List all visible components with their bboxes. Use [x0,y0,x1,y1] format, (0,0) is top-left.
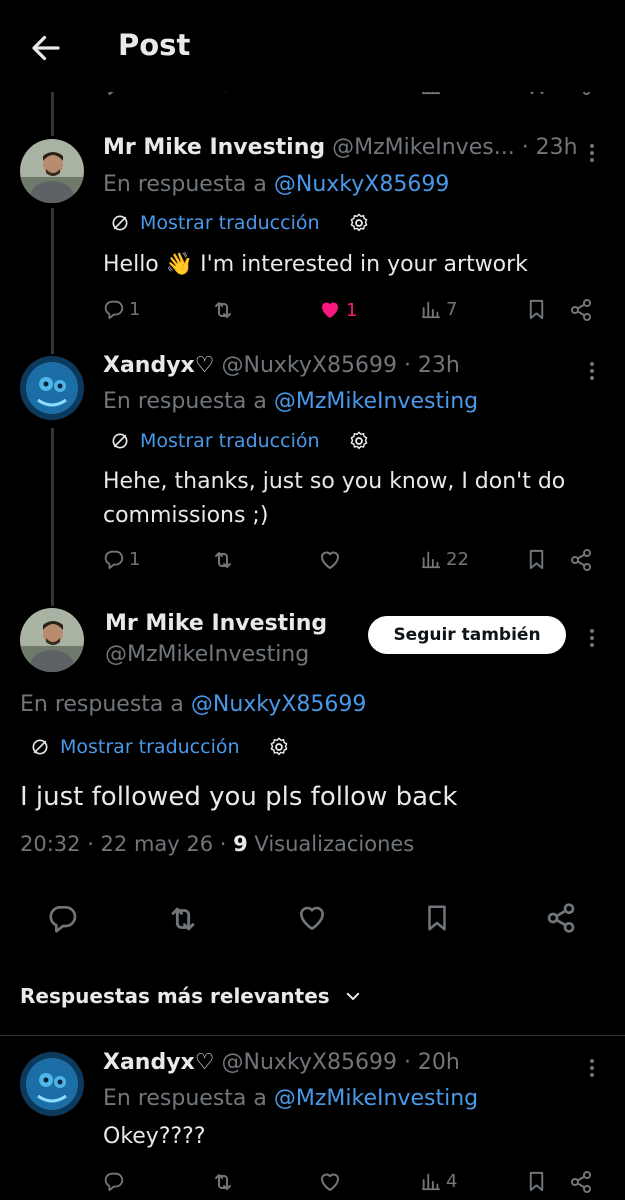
translate-icon [30,737,50,757]
translate-icon [110,431,130,451]
more-options-icon[interactable] [589,626,595,650]
heart-filled-icon [318,298,342,322]
bookmark-icon[interactable] [525,298,548,321]
chevron-down-icon [346,992,359,1000]
user-handle[interactable]: @NuxkyX85699 [221,353,396,378]
more-options-icon[interactable] [589,141,595,165]
views-action[interactable]: 22 [420,548,469,570]
repost-action[interactable] [211,548,235,572]
like-action[interactable]: 1 [318,298,357,322]
follow-button[interactable]: Seguir también [368,616,566,654]
timestamp[interactable]: · 23h [522,135,578,160]
mention-link[interactable]: @MzMikeInvesting [274,389,478,414]
views-count: 9 [233,832,248,856]
post-timestamp[interactable]: 20:32 · 22 may 26 · [20,832,233,856]
user-handle[interactable]: @MzMikeInves... [332,135,515,160]
mention-link[interactable]: @NuxkyX85699 [191,692,366,717]
reply-context: En respuesta a @MzMikeInvesting [103,1086,479,1111]
reply-icon [103,1170,125,1192]
bookmark-icon[interactable] [422,902,452,934]
heart-icon [318,548,342,572]
timestamp[interactable]: · 23h [404,353,460,378]
reply-context: En respuesta a @NuxkyX85699 [103,172,450,197]
reply-icon [103,548,125,570]
post-meta: 20:32 · 22 may 26 · 9 Visualizaciones [20,832,414,856]
page-title: Post [118,28,191,62]
tweet-text: Okey???? [103,1124,206,1149]
gear-icon[interactable] [268,736,290,758]
post-text: I just followed you pls follow back [20,782,458,812]
avatar[interactable] [20,608,84,672]
repost-icon [211,298,235,322]
views-icon [420,1170,442,1192]
gear-icon[interactable] [348,212,370,234]
like-action[interactable] [318,1170,342,1194]
repost-icon [211,548,235,572]
thread-line [51,208,54,354]
share-icon[interactable] [569,548,593,572]
timestamp[interactable]: · 20h [404,1050,460,1075]
share-icon[interactable] [569,1170,593,1194]
views-icon [420,548,442,570]
divider [0,1035,625,1036]
reply-context: En respuesta a @MzMikeInvesting [103,389,479,414]
reply-icon [103,298,125,320]
display-name[interactable]: Xandyx♡ [103,1050,214,1075]
repost-icon[interactable] [166,902,200,936]
avatar[interactable] [20,1052,84,1116]
thread-line [51,92,54,136]
display-name[interactable]: Mr Mike Investing [105,611,327,636]
reply-icon[interactable] [47,902,79,934]
more-options-icon[interactable] [589,359,595,383]
mention-link[interactable]: @NuxkyX85699 [274,172,449,197]
repost-action[interactable] [211,1170,235,1194]
views-action[interactable]: 4 [420,1170,457,1192]
reply-action[interactable] [103,1170,125,1192]
heart-icon[interactable] [296,902,328,934]
heart-icon [318,1170,342,1194]
thread-line [51,428,54,606]
translate-link[interactable]: Mostrar traducción [110,430,370,452]
user-handle[interactable]: @MzMikeInvesting [105,642,309,667]
wave-emoji: 👋 [165,252,194,277]
translate-link[interactable]: Mostrar traducción [110,212,370,234]
gear-icon[interactable] [348,430,370,452]
bookmark-icon[interactable] [525,1170,548,1193]
translate-icon [110,213,130,233]
user-handle[interactable]: @NuxkyX85699 [221,1050,396,1075]
views-action[interactable]: 7 [420,298,457,320]
display-name[interactable]: Mr Mike Investing [103,135,325,160]
bookmark-icon[interactable] [525,548,548,571]
share-icon[interactable] [569,298,593,322]
sort-dropdown[interactable]: Respuestas más relevantes [20,984,362,1008]
display-name[interactable]: Xandyx♡ [103,353,214,378]
reply-action[interactable]: 1 [103,548,140,570]
reply-context: En respuesta a @NuxkyX85699 [20,692,367,717]
reply-action[interactable]: 1 [103,298,140,320]
views-icon [420,298,442,320]
avatar[interactable] [20,356,84,420]
repost-icon [211,1170,235,1194]
tweet-text: Hehe, thanks, just so you know, I don't … [103,469,566,528]
like-action[interactable] [318,548,342,572]
arrow-left-icon[interactable] [28,30,64,66]
views-label: Visualizaciones [247,832,415,856]
top-bar: Post [0,0,625,92]
repost-action[interactable] [211,298,235,322]
avatar[interactable] [20,139,84,203]
translate-link[interactable]: Mostrar traducción [30,736,290,758]
mention-link[interactable]: @MzMikeInvesting [274,1086,478,1111]
more-options-icon[interactable] [589,1056,595,1080]
tweet-text: Hello 👋 I'm interested in your artwork [103,252,528,277]
share-icon[interactable] [545,902,577,934]
